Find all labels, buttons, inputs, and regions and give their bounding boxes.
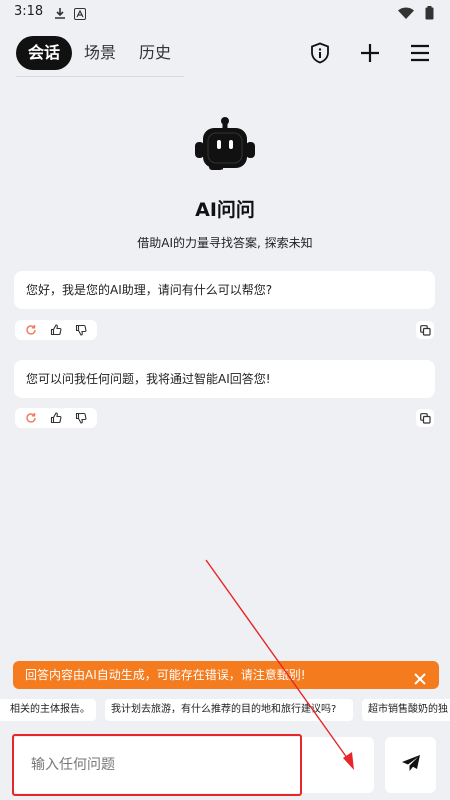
copy-icon[interactable] (416, 321, 434, 339)
battery-icon (425, 5, 434, 24)
tab-divider (16, 76, 184, 77)
question-input-box (13, 737, 374, 793)
disclaimer-text: 回答内容由AI自动生成，可能存在错误，请注意甄别! (25, 668, 306, 682)
close-icon[interactable] (413, 668, 427, 685)
message-actions (15, 320, 97, 340)
suggestion-chip[interactable]: 我计划去旅游，有什么推荐的目的地和旅行建议吗? (105, 699, 353, 721)
regenerate-icon[interactable] (24, 411, 38, 425)
plus-icon[interactable] (358, 41, 382, 65)
wifi-icon (398, 5, 414, 24)
suggestion-chips: 相关的主体报告。 我计划去旅游，有什么推荐的目的地和旅行建议吗? 超市销售酸奶的… (0, 699, 450, 721)
thumbs-down-icon[interactable] (74, 323, 88, 337)
send-icon (401, 754, 421, 776)
suggestion-chip[interactable]: 超市销售酸奶的独 (362, 699, 450, 721)
tab-history[interactable]: 历史 (139, 36, 171, 70)
top-header: 会话 场景 历史 (0, 36, 450, 77)
tab-scenes[interactable]: 场景 (84, 36, 116, 70)
robot-logo (191, 116, 259, 178)
question-input[interactable] (31, 737, 331, 793)
assistant-message: 您好，我是您的AI助理，请问有什么可以帮您? (14, 271, 435, 309)
thumbs-up-icon[interactable] (49, 323, 63, 337)
assistant-message: 您可以问我任何问题，我将通过智能AI回答您! (14, 360, 435, 398)
copy-icon[interactable] (416, 409, 434, 427)
tab-conversation[interactable]: 会话 (16, 36, 72, 70)
menu-icon[interactable] (408, 41, 432, 65)
download-icon (54, 5, 66, 24)
thumbs-up-icon[interactable] (49, 411, 63, 425)
app-subtitle: 借助AI的力量寻找答案, 探索未知 (137, 236, 313, 250)
status-time: 3:18 (14, 4, 44, 19)
shield-info-icon[interactable] (308, 41, 332, 65)
message-actions (15, 408, 97, 428)
app-title: AI问问 (195, 199, 255, 221)
send-button[interactable] (385, 737, 436, 793)
suggestion-chip[interactable]: 相关的主体报告。 (0, 699, 96, 721)
regenerate-icon[interactable] (24, 323, 38, 337)
ai-disclaimer-banner: 回答内容由AI自动生成，可能存在错误，请注意甄别! (13, 661, 439, 689)
status-bar: 3:18 (0, 0, 450, 24)
app-notification-icon (74, 5, 86, 24)
thumbs-down-icon[interactable] (74, 411, 88, 425)
